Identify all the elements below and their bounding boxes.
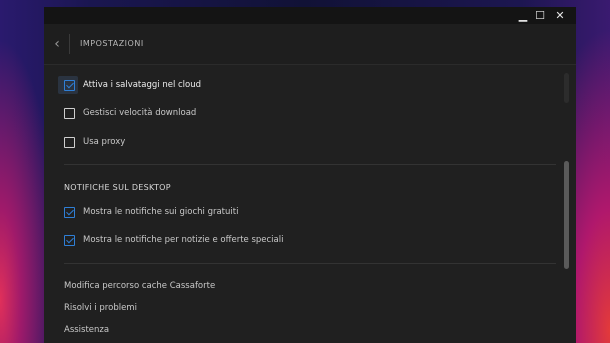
support-link[interactable]: Assistenza xyxy=(64,325,109,335)
title-bar: ▁ ☐ ✕ xyxy=(44,7,576,24)
option-label: Mostra le notifiche per notizie e offert… xyxy=(83,235,284,245)
section-divider xyxy=(64,263,556,264)
settings-content: Attiva i salvataggi nel cloud Gestisci v… xyxy=(44,65,576,343)
vault-cache-path-link[interactable]: Modifica percorso cache Cassaforte xyxy=(64,281,215,291)
download-speed-checkbox[interactable] xyxy=(64,107,75,119)
free-games-notifications-checkbox[interactable] xyxy=(64,206,75,218)
back-button[interactable]: ‹ xyxy=(50,36,64,52)
chevron-left-icon: ‹ xyxy=(54,36,60,52)
troubleshoot-link[interactable]: Risolvi i problemi xyxy=(64,303,137,313)
option-label: Mostra le notifiche sui giochi gratuiti xyxy=(83,207,239,217)
option-news-offers-notifications[interactable]: Mostra le notifiche per notizie e offert… xyxy=(64,233,283,247)
option-label: Attiva i salvataggi nel cloud xyxy=(83,80,202,90)
section-divider xyxy=(64,164,556,165)
option-free-games-notifications[interactable]: Mostra le notifiche sui giochi gratuiti xyxy=(64,205,238,219)
proxy-checkbox[interactable] xyxy=(64,136,75,148)
option-cloud-saves[interactable]: Attiva i salvataggi nel cloud xyxy=(64,78,201,92)
scrollbar-thumb[interactable] xyxy=(564,161,569,269)
settings-header: ‹ IMPOSTAZIONI xyxy=(44,24,576,65)
notifications-section-title: NOTIFICHE SUL DESKTOP xyxy=(64,183,171,192)
settings-window: ▁ ☐ ✕ ‹ IMPOSTAZIONI Attiva i salvataggi… xyxy=(44,7,576,343)
scrollbar-upper-track xyxy=(564,73,569,103)
maximize-button[interactable]: ☐ xyxy=(531,7,549,24)
minimize-button[interactable]: ▁ xyxy=(514,7,532,24)
header-separator xyxy=(69,34,70,54)
close-button[interactable]: ✕ xyxy=(551,7,569,24)
news-offers-notifications-checkbox[interactable] xyxy=(64,234,75,246)
option-download-speed[interactable]: Gestisci velocità download xyxy=(64,106,196,120)
page-title: IMPOSTAZIONI xyxy=(80,39,144,48)
option-proxy[interactable]: Usa proxy xyxy=(64,135,125,149)
option-label: Usa proxy xyxy=(83,137,126,147)
cloud-saves-checkbox[interactable] xyxy=(64,79,75,91)
option-label: Gestisci velocità download xyxy=(83,108,197,118)
